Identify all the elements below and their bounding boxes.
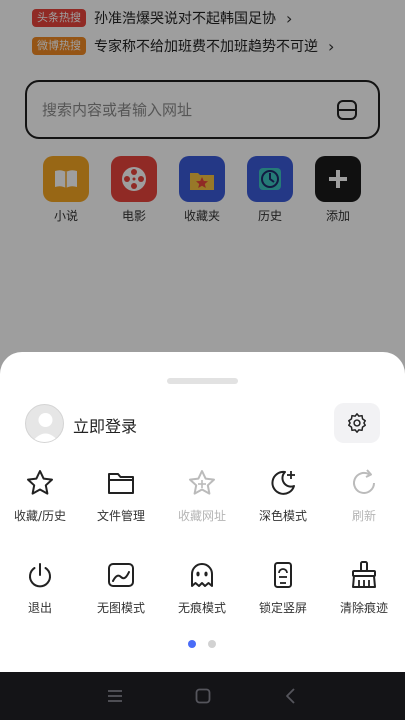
avatar[interactable] (25, 404, 64, 443)
menu-clear-traces[interactable]: 清除痕迹 (324, 560, 404, 616)
menu-label: 退出 (27, 601, 52, 615)
menu-label: 刷新 (351, 509, 376, 523)
star-plus-icon (189, 470, 215, 495)
menu-file-manager[interactable]: 文件管理 (81, 468, 161, 524)
no-image-icon (108, 563, 134, 587)
menu-dark-mode[interactable]: 深色模式 (243, 468, 323, 524)
drag-handle[interactable] (167, 378, 238, 384)
gear-icon (348, 413, 366, 433)
lock-portrait-icon (274, 562, 292, 588)
ghost-icon (191, 563, 213, 587)
power-icon (29, 563, 51, 588)
menu-exit[interactable]: 退出 (0, 560, 80, 616)
menu-label: 收藏网址 (177, 509, 226, 523)
menu-lock-portrait[interactable]: 锁定竖屏 (243, 560, 323, 616)
menu-refresh[interactable]: 刷新 (324, 468, 404, 524)
menu-label: 无痕模式 (177, 601, 226, 615)
menu-favorites-history[interactable]: 收藏/历史 (0, 468, 80, 524)
folder-icon (108, 473, 134, 494)
broom-icon (352, 561, 376, 588)
menu-icon[interactable] (103, 684, 127, 708)
menu-bottom-sheet: 立即登录 收藏/历史 文件管理 收藏网址 深色模式 刷新 退出 无图模式 无痕模… (0, 352, 405, 672)
menu-label: 文件管理 (96, 509, 145, 523)
menu-label: 清除痕迹 (339, 601, 388, 615)
refresh-icon (353, 469, 375, 494)
page-dot-active[interactable] (188, 640, 196, 648)
menu-label: 无图模式 (96, 601, 145, 615)
menu-label: 深色模式 (258, 509, 307, 523)
system-nav-bar (0, 672, 405, 720)
settings-button[interactable] (334, 403, 380, 443)
menu-no-image-mode[interactable]: 无图模式 (81, 560, 161, 616)
menu-label: 锁定竖屏 (258, 601, 307, 615)
home-icon[interactable] (191, 684, 215, 708)
moon-icon (271, 470, 295, 495)
menu-incognito-mode[interactable]: 无痕模式 (162, 560, 242, 616)
menu-label: 收藏/历史 (13, 509, 67, 523)
star-icon (27, 470, 53, 495)
page-dot[interactable] (208, 640, 216, 648)
login-button[interactable]: 立即登录 (73, 413, 137, 437)
back-icon[interactable] (279, 684, 303, 708)
menu-bookmark-url[interactable]: 收藏网址 (162, 468, 242, 524)
